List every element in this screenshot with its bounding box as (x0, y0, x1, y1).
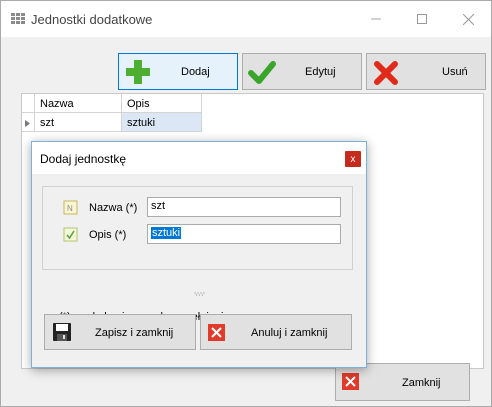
desc-field-icon (63, 227, 78, 242)
row-pointer-icon (25, 120, 30, 127)
add-button-label: Dodaj (181, 66, 210, 78)
cancel-x-icon (208, 324, 225, 341)
table-cell-opis[interactable]: sztuki (122, 113, 202, 132)
column-header-opis[interactable]: Opis (122, 94, 202, 113)
edit-button-label: Edytuj (305, 66, 336, 78)
name-field[interactable]: szt (147, 197, 341, 217)
cancel-close-label: Anuluj i zamknij (251, 327, 328, 339)
close-main-button[interactable]: Zamknij (335, 363, 470, 401)
fields-group: N Nazwa (*) szt Opis (*) sztuki (*) - po… (42, 186, 353, 323)
window-title: Jednostki dodatkowe (31, 12, 153, 27)
svg-text:N: N (67, 204, 73, 213)
close-icon (462, 13, 474, 25)
close-window-button[interactable] (445, 1, 491, 37)
name-field-icon: N (63, 200, 78, 215)
delete-button[interactable]: Usuń (366, 53, 486, 90)
close-x-icon (342, 373, 359, 390)
minimize-button[interactable] (353, 1, 399, 37)
minimize-icon (371, 18, 381, 20)
row-selector[interactable] (22, 113, 35, 132)
save-close-button[interactable]: Zapisz i zamknij (44, 314, 196, 350)
dialog-title: Dodaj jednostkę (40, 152, 127, 166)
desc-field[interactable]: sztuki (147, 224, 341, 244)
plus-icon (126, 60, 150, 84)
add-unit-dialog: Dodaj jednostkę x N Nazwa (*) szt Opis (… (31, 141, 367, 368)
delete-button-label: Usuń (442, 66, 468, 78)
save-close-label: Zapisz i zamknij (95, 327, 174, 339)
cancel-close-button[interactable]: Anuluj i zamknij (200, 314, 352, 350)
edit-button[interactable]: Edytuj (242, 53, 362, 90)
table-cell-nazwa[interactable]: szt (35, 113, 122, 132)
main-window: Jednostki dodatkowe Dodaj Edytuj Usuń Na… (0, 0, 492, 407)
maximize-button[interactable] (399, 1, 445, 37)
maximize-icon (417, 14, 427, 24)
dialog-close-button[interactable]: x (345, 151, 361, 167)
app-icon (11, 13, 25, 24)
close-main-label: Zamknij (402, 377, 441, 389)
check-icon (248, 61, 276, 84)
resize-grip-icon (194, 292, 205, 296)
name-label: Nazwa (*) (89, 202, 138, 214)
x-icon (374, 61, 398, 85)
desc-label: Opis (*) (89, 229, 127, 241)
dialog-title-bar: Dodaj jednostkę x (32, 142, 366, 174)
save-disk-icon (53, 323, 71, 341)
column-header-nazwa[interactable]: Nazwa (35, 94, 122, 113)
add-button[interactable]: Dodaj (118, 53, 238, 90)
desc-field-selection: sztuki (151, 227, 182, 239)
row-header-corner (22, 94, 35, 113)
title-bar: Jednostki dodatkowe (1, 1, 491, 37)
